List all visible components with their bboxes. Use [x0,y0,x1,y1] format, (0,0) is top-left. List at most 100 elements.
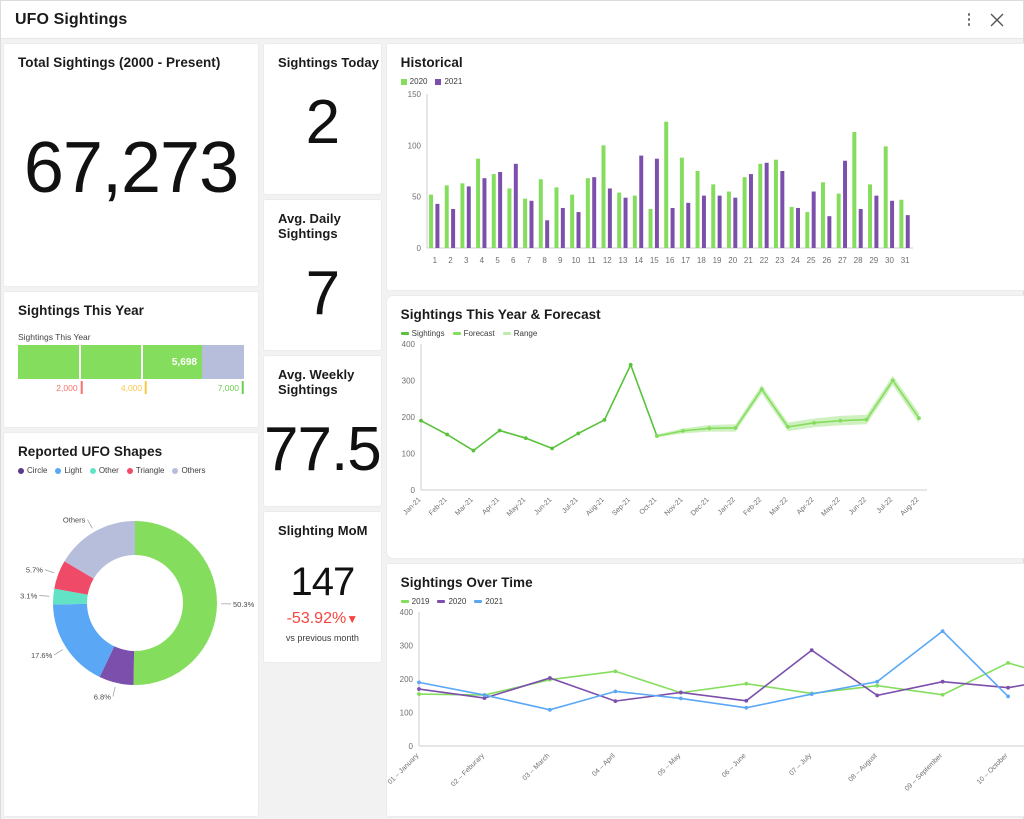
bar-2020[interactable] [523,199,527,248]
data-point[interactable] [445,433,449,437]
data-point[interactable] [744,706,748,710]
data-point[interactable] [809,692,813,696]
data-point[interactable] [744,699,748,703]
data-point[interactable] [419,419,423,423]
data-point[interactable] [838,419,842,423]
shapes-legend-item[interactable]: Circle [18,466,47,475]
bar-2021[interactable] [513,164,517,248]
bar-2021[interactable] [764,163,768,248]
bar-2021[interactable] [670,208,674,248]
data-point[interactable] [940,680,944,684]
data-point[interactable] [613,689,617,693]
bar-2020[interactable] [460,183,464,248]
bar-2020[interactable] [899,200,903,248]
bar-2021[interactable] [435,204,439,248]
bar-2020[interactable] [633,196,637,248]
data-point[interactable] [417,687,421,691]
data-point[interactable] [655,434,659,438]
overtime-legend-item[interactable]: 2020 [437,597,466,606]
bar-2021[interactable] [639,156,643,248]
data-point[interactable] [707,426,711,430]
bar-2020[interactable] [758,164,762,248]
bar-2021[interactable] [733,198,737,248]
data-point[interactable] [497,429,501,433]
bar-2021[interactable] [890,201,894,248]
bar-2021[interactable] [717,196,721,248]
donut-slice[interactable] [133,521,217,685]
bar-2020[interactable] [507,188,511,248]
bar-2021[interactable] [466,186,470,248]
bar-2021[interactable] [874,196,878,248]
data-point[interactable] [602,418,606,422]
bar-2021[interactable] [905,215,909,248]
bar-2020[interactable] [727,192,731,248]
bar-2021[interactable] [592,177,596,248]
bar-2020[interactable] [695,171,699,248]
bar-2020[interactable] [554,187,558,248]
data-point[interactable] [864,418,868,422]
data-point[interactable] [613,669,617,673]
data-point[interactable] [628,363,632,367]
bar-2020[interactable] [789,207,793,248]
bar-2021[interactable] [498,172,502,248]
window-menu-button[interactable] [955,6,983,34]
data-point[interactable] [681,429,685,433]
forecast-legend-item[interactable]: Forecast [453,329,495,338]
shapes-legend-item[interactable]: Others [172,466,205,475]
bar-2020[interactable] [664,122,668,248]
data-point[interactable] [576,432,580,436]
bar-2020[interactable] [852,132,856,248]
data-point[interactable] [1006,695,1010,699]
bar-2020[interactable] [429,195,433,248]
bar-2021[interactable] [811,192,815,248]
close-button[interactable] [983,6,1011,34]
data-point[interactable] [786,425,790,429]
data-point[interactable] [679,691,683,695]
forecast-legend-item[interactable]: Range [503,329,538,338]
bar-2020[interactable] [570,195,574,248]
bar-2020[interactable] [680,158,684,248]
bar-2021[interactable] [561,208,565,248]
bar-2020[interactable] [868,184,872,248]
data-point[interactable] [417,680,421,684]
forecast-legend-item[interactable]: Sightings [401,329,445,338]
data-point[interactable] [482,693,486,697]
data-point[interactable] [940,693,944,697]
shapes-legend-item[interactable]: Triangle [127,466,165,475]
data-point[interactable] [744,682,748,686]
bar-2021[interactable] [843,161,847,248]
bar-2021[interactable] [702,196,706,248]
historical-legend-item[interactable]: 2021 [435,77,462,86]
line-series-Sightings[interactable] [421,365,657,451]
data-point[interactable] [812,421,816,425]
bar-2021[interactable] [482,178,486,248]
data-point[interactable] [548,676,552,680]
data-point[interactable] [891,379,895,383]
bar-2021[interactable] [545,220,549,248]
bar-2020[interactable] [617,193,621,248]
data-point[interactable] [417,692,421,696]
bar-2021[interactable] [749,174,753,248]
bar-2020[interactable] [711,184,715,248]
bar-2021[interactable] [686,203,690,248]
data-point[interactable] [809,648,813,652]
bar-2020[interactable] [586,178,590,248]
bar-2020[interactable] [821,182,825,248]
data-point[interactable] [1006,661,1010,665]
data-point[interactable] [940,629,944,633]
data-point[interactable] [875,684,879,688]
bar-2021[interactable] [608,188,612,248]
bar-2020[interactable] [883,146,887,248]
bar-2021[interactable] [827,216,831,248]
data-point[interactable] [550,446,554,450]
bar-2021[interactable] [780,171,784,248]
bar-2021[interactable] [529,201,533,248]
data-point[interactable] [471,449,475,453]
data-point[interactable] [875,680,879,684]
shapes-legend-item[interactable]: Other [90,466,119,475]
bar-2020[interactable] [774,160,778,248]
bar-2020[interactable] [836,194,840,248]
historical-legend-item[interactable]: 2020 [401,77,428,86]
data-point[interactable] [524,436,528,440]
data-point[interactable] [613,699,617,703]
